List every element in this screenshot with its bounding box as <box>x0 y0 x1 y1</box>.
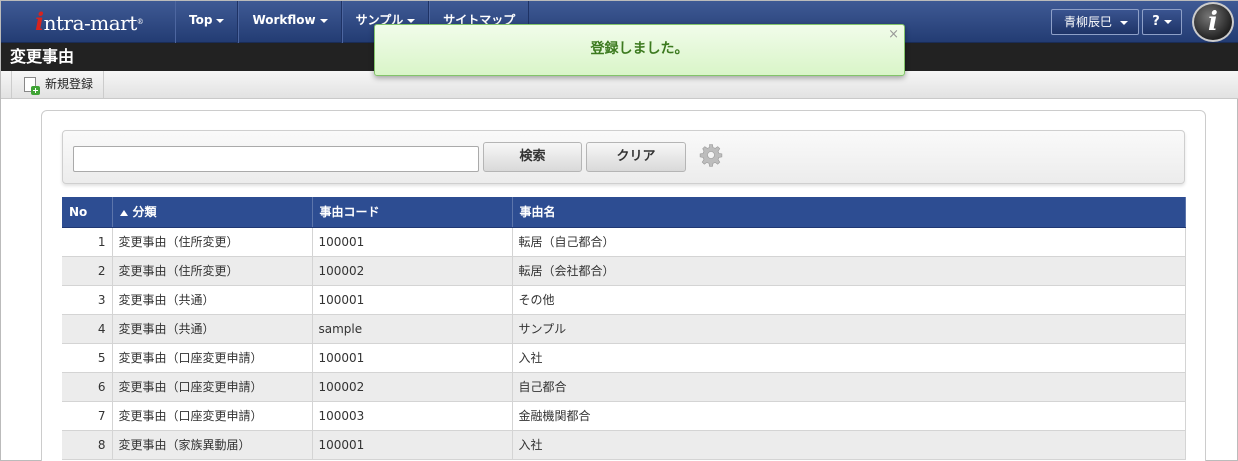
cell-code: 100001 <box>312 430 513 460</box>
column-header-category[interactable]: 分類 <box>112 197 313 228</box>
sort-ascending-icon <box>119 209 128 216</box>
cell-category: 変更事由（住所変更） <box>112 227 313 257</box>
cell-category: 変更事由（家族異動届） <box>112 430 313 460</box>
success-toast: 登録しました。 × <box>374 24 905 76</box>
chevron-down-icon <box>1120 20 1129 25</box>
table-row[interactable]: 8 変更事由（家族異動届） 100001 入社 <box>62 430 1186 460</box>
cell-no: 7 <box>62 401 113 431</box>
cell-code: 100001 <box>312 343 513 373</box>
table-row[interactable]: 2 変更事由（住所変更） 100002 転居（会社都合） <box>62 256 1186 286</box>
cell-no: 3 <box>62 285 113 315</box>
cell-no: 2 <box>62 256 113 286</box>
nav-top[interactable]: Top <box>175 1 239 43</box>
table-row[interactable]: 1 変更事由（住所変更） 100001 転居（自己都合） <box>62 227 1186 257</box>
cell-name: 入社 <box>512 430 1186 460</box>
nav-top-label: Top <box>189 13 213 27</box>
cell-no: 6 <box>62 372 113 402</box>
table-row[interactable]: 4 変更事由（共通） sample サンプル <box>62 314 1186 344</box>
column-header-no[interactable]: No <box>62 197 113 228</box>
cell-code: 100002 <box>312 256 513 286</box>
new-register-label: 新規登録 <box>45 77 94 91</box>
new-register-button[interactable]: 新規登録 <box>11 71 105 98</box>
cell-name: その他 <box>512 285 1186 315</box>
cell-name: 金融機関都合 <box>512 401 1186 431</box>
cell-no: 1 <box>62 227 113 257</box>
user-name: 青柳辰巳 <box>1064 15 1113 29</box>
cell-name: 入社 <box>512 343 1186 373</box>
cell-category: 変更事由（共通） <box>112 285 313 315</box>
chevron-down-icon <box>319 18 328 23</box>
search-input[interactable] <box>73 146 479 172</box>
column-header-code[interactable]: 事由コード <box>312 197 513 228</box>
cell-name: 転居（会社都合） <box>512 256 1186 286</box>
cell-name: 自己都合 <box>512 372 1186 402</box>
cell-no: 4 <box>62 314 113 344</box>
table-row[interactable]: 3 変更事由（共通） 100001 その他 <box>62 285 1186 315</box>
nav-workflow-label: Workflow <box>252 13 316 27</box>
cell-no: 8 <box>62 430 113 460</box>
gear-icon[interactable] <box>699 143 723 167</box>
cell-category: 変更事由（口座変更申請） <box>112 401 313 431</box>
new-document-icon <box>24 77 40 95</box>
cell-category: 変更事由（口座変更申請） <box>112 343 313 373</box>
cell-code: 100001 <box>312 227 513 257</box>
cell-code: 100003 <box>312 401 513 431</box>
column-header-name[interactable]: 事由名 <box>512 197 1186 228</box>
help-menu-button[interactable]: ? <box>1142 9 1182 35</box>
search-button[interactable]: 検索 <box>483 142 582 172</box>
cell-category: 変更事由（住所変更） <box>112 256 313 286</box>
cell-name: 転居（自己都合） <box>512 227 1186 257</box>
table-row[interactable]: 5 変更事由（口座変更申請） 100001 入社 <box>62 343 1186 373</box>
cell-no: 5 <box>62 343 113 373</box>
cell-code: 100001 <box>312 285 513 315</box>
page-title: 変更事由 <box>10 47 75 66</box>
help-label: ? <box>1152 14 1160 29</box>
cell-code: sample <box>312 314 513 344</box>
clear-button[interactable]: クリア <box>586 142 686 172</box>
reason-table: No 分類 事由コード 事由名 1 変更事由（住所変更） 100001 転居（自… <box>62 197 1186 460</box>
nav-workflow[interactable]: Workflow <box>238 1 342 43</box>
table-row[interactable]: 6 変更事由（口座変更申請） 100002 自己都合 <box>62 372 1186 402</box>
toast-message: 登録しました。 <box>590 41 689 57</box>
close-icon[interactable]: × <box>888 27 899 42</box>
chevron-down-icon <box>407 18 416 23</box>
intra-mart-logo[interactable]: intra-mart® <box>35 7 150 37</box>
info-icon[interactable]: i <box>1192 2 1234 42</box>
table-row[interactable]: 7 変更事由（口座変更申請） 100003 金融機関都合 <box>62 401 1186 431</box>
cell-category: 変更事由（口座変更申請） <box>112 372 313 402</box>
column-header-category-label: 分類 <box>132 205 157 220</box>
cell-code: 100002 <box>312 372 513 402</box>
cell-category: 変更事由（共通） <box>112 314 313 344</box>
user-menu-button[interactable]: 青柳辰巳 <box>1051 9 1139 35</box>
cell-name: サンプル <box>512 314 1186 344</box>
table-header-row: No 分類 事由コード 事由名 <box>62 197 1186 228</box>
chevron-down-icon <box>216 18 225 23</box>
chevron-down-icon <box>1163 19 1172 24</box>
